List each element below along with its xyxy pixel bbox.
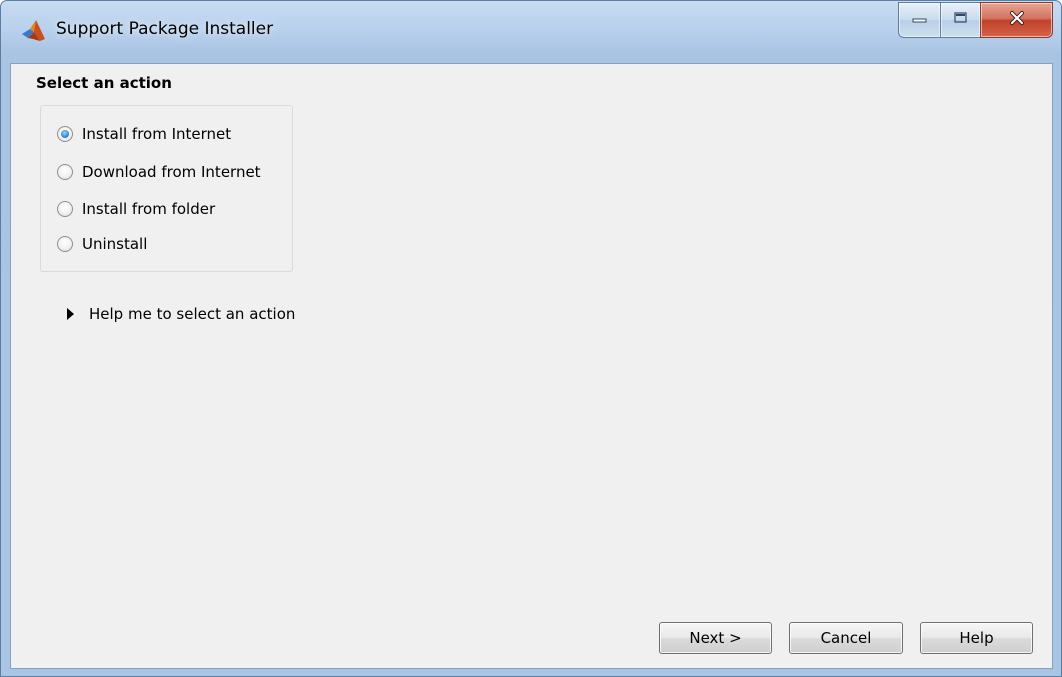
dialog-content: Select an action Install from Internet D… <box>10 63 1053 669</box>
close-button[interactable] <box>980 2 1053 38</box>
radio-button[interactable] <box>57 236 73 252</box>
section-heading: Select an action <box>36 74 172 92</box>
radio-download-from-internet[interactable]: Download from Internet <box>57 162 261 182</box>
radio-label: Uninstall <box>82 235 148 253</box>
window-title: Support Package Installer <box>56 19 274 39</box>
close-icon <box>1008 10 1026 31</box>
radio-label: Install from Internet <box>82 125 232 143</box>
radio-button[interactable] <box>57 201 73 217</box>
radio-label: Download from Internet <box>82 163 261 181</box>
maximize-button[interactable] <box>940 2 980 38</box>
minimize-icon <box>912 11 928 29</box>
action-radio-group: Install from Internet Download from Inte… <box>40 105 293 272</box>
maximize-icon <box>953 11 969 30</box>
help-expander[interactable]: Help me to select an action <box>67 303 295 325</box>
cancel-button[interactable]: Cancel <box>789 622 903 654</box>
title-bar[interactable]: Support Package Installer <box>1 1 1061 63</box>
next-button[interactable]: Next > <box>659 622 772 654</box>
minimize-button[interactable] <box>898 2 940 38</box>
radio-install-from-internet[interactable]: Install from Internet <box>57 124 231 144</box>
triangle-right-icon[interactable] <box>67 308 74 320</box>
radio-uninstall[interactable]: Uninstall <box>57 234 147 254</box>
radio-button-checked[interactable] <box>57 126 73 142</box>
matlab-logo-icon <box>21 18 47 44</box>
help-expander-label[interactable]: Help me to select an action <box>89 305 295 323</box>
radio-label: Install from folder <box>82 200 216 218</box>
installer-window: Support Package Installer Select an acti… <box>0 0 1062 677</box>
radio-button[interactable] <box>57 164 73 180</box>
caption-buttons <box>898 2 1053 38</box>
radio-install-from-folder[interactable]: Install from folder <box>57 199 215 219</box>
help-button[interactable]: Help <box>920 622 1033 654</box>
